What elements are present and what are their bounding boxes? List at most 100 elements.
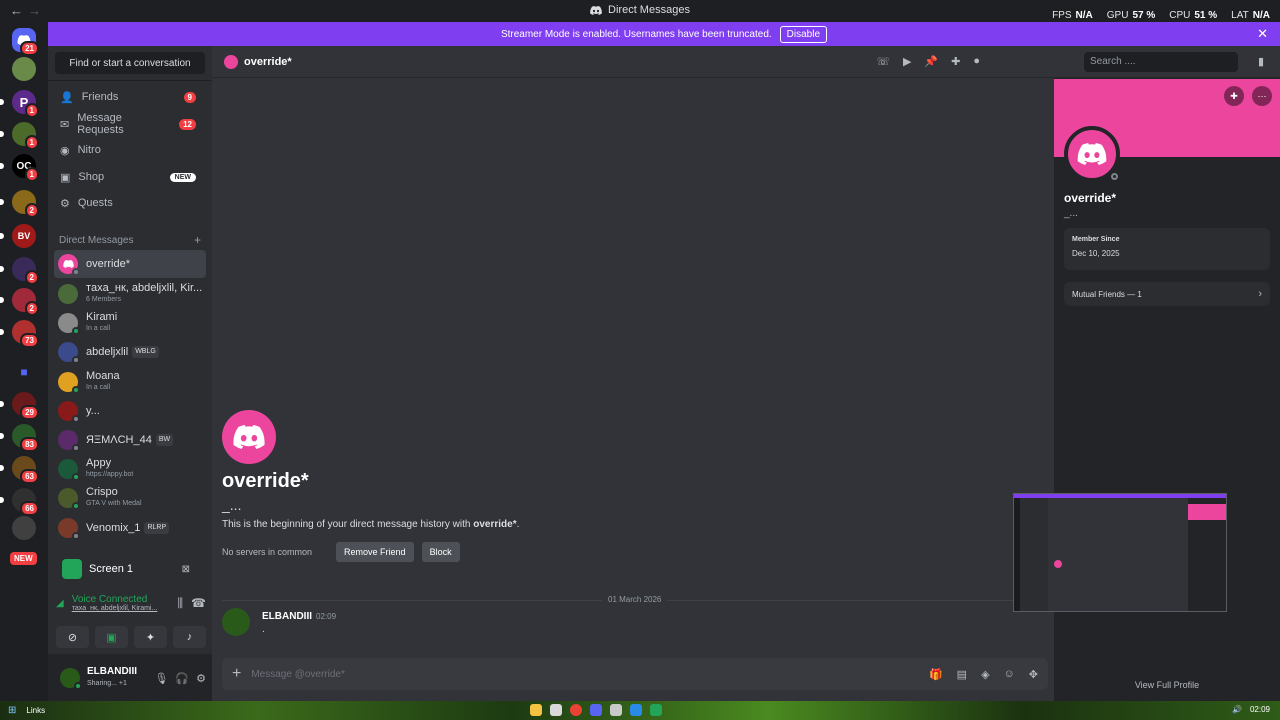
dm-name: Venomix_1 [86, 522, 141, 534]
volume-icon[interactable]: 🔊 [1232, 705, 1242, 714]
find-conversation-button[interactable]: Find or start a conversation [55, 52, 205, 74]
dm-item[interactable]: Kirami In a call [54, 309, 206, 337]
app-icon[interactable] [630, 704, 642, 716]
camera-off-icon[interactable]: ⊘ [56, 626, 89, 648]
nav-nitro[interactable]: ◉ Nitro [56, 138, 206, 162]
voice-connected-label: Voice Connected [71, 594, 148, 605]
user-profile-icon[interactable]: ● [973, 55, 980, 68]
server-icon[interactable]: 66 [0, 488, 39, 516]
remove-friend-button[interactable]: Remove Friend [336, 542, 414, 562]
server-icon[interactable]: 2 [0, 257, 39, 285]
message[interactable]: ELBANDIII 02:09 . [222, 608, 336, 636]
taskbar-links[interactable]: Links [26, 706, 45, 715]
server-icon[interactable] [12, 57, 36, 81]
dm-item[interactable]: тaxa_нк, аbdеlјхlil, Kir... 6 Members [54, 280, 206, 308]
settings-gear-icon[interactable]: ⚙ [196, 672, 206, 685]
add-dm-icon[interactable]: + [194, 233, 201, 247]
sticker-icon[interactable]: ◈ [981, 668, 989, 681]
dm-item[interactable]: Crispo GTA V with Medal [54, 484, 206, 512]
mutual-friends-card[interactable]: Mutual Friends — 1 › [1064, 282, 1270, 306]
activities-icon[interactable]: ✦ [134, 626, 167, 648]
server-icon[interactable]: 1 [0, 122, 39, 150]
message-avatar[interactable] [222, 608, 250, 636]
block-button[interactable]: Block [421, 542, 460, 562]
clock[interactable]: 02:09 [1250, 705, 1270, 714]
streamer-mode-banner: Streamer Mode is enabled. Usernames have… [48, 22, 1280, 46]
add-friends-to-dm-icon[interactable]: ✚ [951, 55, 960, 68]
gif-icon[interactable]: ▤ [957, 668, 967, 681]
app-icon[interactable] [610, 704, 622, 716]
add-friend-icon[interactable]: ✚ [1224, 86, 1244, 106]
voice-channel-link[interactable]: тaxa_нк, аbdеlјхlil, Kirami... [72, 605, 158, 612]
message-input[interactable]: Message @override* [251, 669, 345, 680]
discord-taskbar-icon[interactable] [590, 704, 602, 716]
apps-icon[interactable]: ✥ [1029, 668, 1038, 681]
phone-call-icon[interactable]: ☏ [876, 55, 890, 68]
video-call-icon[interactable]: ▶ [903, 55, 911, 68]
server-icon[interactable]: 83 [0, 424, 39, 452]
server-icon[interactable]: P1 [0, 90, 39, 118]
headphones-icon[interactable]: 🎧 [175, 672, 189, 685]
dm-item[interactable]: Appy https://appy.bot [54, 455, 206, 483]
dm-item[interactable]: Moana In a call [54, 368, 206, 396]
dm-section-header: Direct Messages + [59, 233, 201, 247]
server-icon[interactable]: BV [0, 224, 36, 248]
dm-item[interactable]: Venomix_1 RLRP [54, 514, 206, 542]
inbox-icon[interactable]: ▮ [1258, 55, 1264, 68]
dm-item[interactable]: override* [54, 250, 206, 278]
server-icon[interactable]: 2 [0, 288, 39, 316]
nav-message-requests[interactable]: ✉ Message Requests 12 [56, 112, 206, 136]
preview-chat [1048, 498, 1188, 611]
server-badge: 63 [20, 469, 39, 484]
message-author[interactable]: ELBANDIII [262, 611, 312, 622]
server-icon[interactable]: 29 [0, 392, 39, 420]
screen-share-panel[interactable]: Screen 1 ⊠ [52, 550, 202, 588]
close-icon[interactable]: ✕ [1257, 26, 1268, 42]
home-button[interactable]: 21 [12, 28, 39, 56]
nav-label: Shop [78, 171, 105, 183]
dm-item[interactable]: ЯΞΜΛCΗ_44 BW [54, 426, 206, 454]
server-icon[interactable]: 63 [0, 456, 39, 484]
nav-friends[interactable]: 👤 Friends 9 [56, 85, 206, 109]
server-icon[interactable]: 2 [0, 190, 39, 218]
stream-preview[interactable] [1013, 493, 1227, 612]
view-full-profile-link[interactable]: View Full Profile [1054, 680, 1280, 690]
nav-quests[interactable]: ⚙ Quests [56, 191, 206, 215]
dm-sub: GTA V with Medal [86, 500, 142, 507]
gift-icon[interactable]: 🎁 [929, 668, 943, 681]
server-icon[interactable] [12, 516, 36, 540]
add-attachment-icon[interactable]: + [232, 665, 241, 683]
stop-stream-icon[interactable]: ⊠ [182, 564, 190, 575]
folder-icon[interactable]: ■ [12, 360, 36, 384]
user-avatar[interactable] [60, 668, 82, 690]
stat-fps: FPS N/A [1052, 10, 1093, 21]
app-icon[interactable] [650, 704, 662, 716]
disable-button[interactable]: Disable [779, 25, 828, 43]
voice-status: ◢ Voice Connected тaxa_нк, аbdеlјхlil, K… [56, 594, 206, 612]
nav-shop[interactable]: ▣ Shop NEW [56, 165, 206, 189]
chrome-icon[interactable] [570, 704, 582, 716]
dm-item[interactable]: y... [54, 397, 206, 425]
emoji-icon[interactable]: ☺ [1004, 668, 1015, 681]
server-badge: 83 [20, 437, 39, 452]
soundboard-icon[interactable]: ♪ [173, 626, 206, 648]
screen-share-icon[interactable]: ▣ [95, 626, 128, 648]
guild-tag: WBLG [132, 346, 159, 358]
windows-start-icon[interactable]: ⊞ [8, 705, 16, 716]
message-composer[interactable]: + Message @override* 🎁 ▤ ◈ ☺ ✥ [222, 658, 1048, 690]
new-badge[interactable]: NEW [10, 552, 37, 565]
pin-icon[interactable]: 📌 [924, 55, 938, 68]
more-options-icon[interactable]: ⋯ [1252, 86, 1272, 106]
noise-suppression-icon[interactable]: ⫼ [178, 596, 184, 611]
server-icon[interactable]: 73 [0, 320, 39, 348]
profile-username: _... [1064, 208, 1078, 219]
dm-item[interactable]: аbdеlјхlil WBLG [54, 338, 206, 366]
microphone-icon[interactable]: 🎙 [154, 672, 168, 685]
screen-title: Screen 1 [89, 563, 134, 575]
file-explorer-icon[interactable] [530, 704, 542, 716]
app-icon[interactable] [550, 704, 562, 716]
disconnect-icon[interactable]: ☎ [191, 596, 206, 610]
avatar [58, 488, 80, 510]
search-input[interactable]: Search .... [1084, 52, 1238, 72]
server-icon[interactable]: OC 1 [0, 154, 39, 182]
